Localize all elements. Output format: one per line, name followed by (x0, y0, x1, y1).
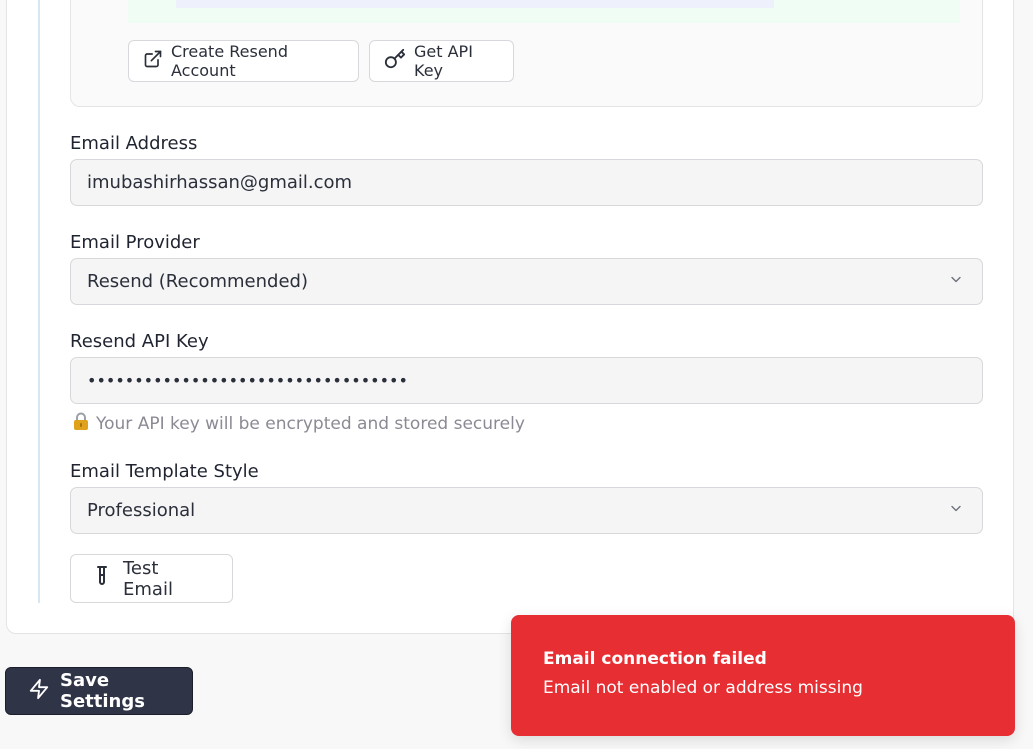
api-key-helper-text: Your API key will be encrypted and store… (72, 411, 525, 436)
save-settings-button[interactable]: Save Settings (5, 667, 193, 715)
key-icon (384, 48, 406, 74)
email-provider-select[interactable]: Resend (Recommended) (70, 258, 983, 305)
get-api-key-button[interactable]: Get API Key (369, 40, 514, 82)
toast-message: Email not enabled or address missing (543, 678, 863, 698)
test-email-label: Test Email (123, 557, 173, 600)
create-resend-account-label: Create Resend Account (171, 42, 288, 80)
test-email-button[interactable]: Test Email (70, 554, 233, 603)
email-provider-label: Email Provider (70, 232, 200, 253)
api-key-helper-label: Your API key will be encrypted and store… (96, 413, 525, 434)
save-settings-label: Save Settings (60, 670, 145, 712)
resend-api-key-input[interactable]: •••••••••••••••••••••••••••••••••• (70, 357, 983, 404)
get-api-key-label: Get API Key (414, 42, 473, 80)
email-template-style-label: Email Template Style (70, 461, 259, 482)
email-template-style-select[interactable]: Professional (70, 487, 983, 534)
external-link-icon (143, 49, 163, 73)
settings-page: Create Resend Account Get API Key Email … (0, 0, 1033, 749)
error-toast[interactable]: Email connection failed Email not enable… (511, 615, 1015, 736)
setup-code-block (176, 0, 774, 8)
email-address-input[interactable]: imubashirhassan@gmail.com (70, 159, 983, 206)
test-tube-icon (93, 565, 111, 592)
create-resend-account-button[interactable]: Create Resend Account (128, 40, 359, 82)
lightning-icon (28, 678, 50, 705)
email-address-label: Email Address (70, 133, 198, 154)
resend-api-key-label: Resend API Key (70, 331, 209, 352)
email-address-value: imubashirhassan@gmail.com (87, 172, 353, 193)
resend-api-key-value: •••••••••••••••••••••••••••••••••• (87, 371, 408, 390)
toast-title: Email connection failed (543, 649, 767, 669)
email-provider-value: Resend (Recommended) (87, 271, 308, 292)
chevron-down-icon (948, 500, 964, 521)
email-template-style-value: Professional (87, 500, 196, 521)
lock-icon (72, 411, 90, 436)
chevron-down-icon (948, 271, 964, 292)
section-divider-line (38, 0, 40, 603)
